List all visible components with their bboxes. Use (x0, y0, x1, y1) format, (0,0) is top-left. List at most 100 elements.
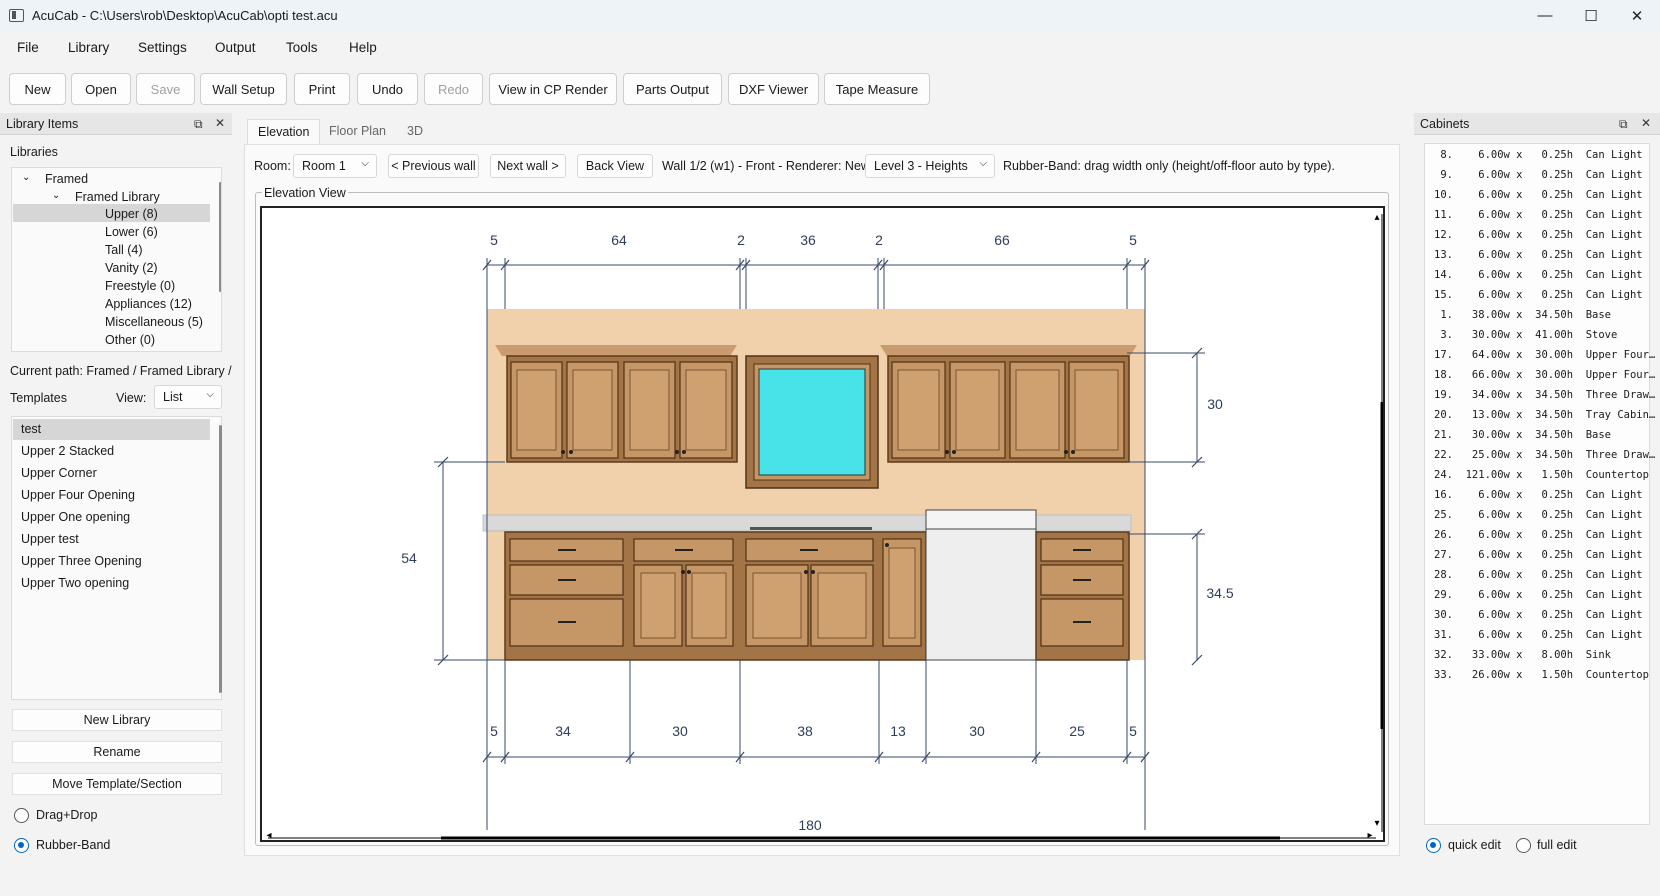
close-button[interactable]: ✕ (1614, 0, 1660, 31)
menu-help[interactable]: Help (349, 40, 377, 55)
rubber-band-label[interactable]: Rubber-Band (36, 838, 110, 852)
stove[interactable] (925, 509, 1037, 661)
redo-button[interactable]: Redo (424, 73, 483, 105)
new-library-button[interactable]: New Library (12, 709, 222, 731)
template-item[interactable]: Upper One opening (21, 506, 130, 528)
quick-edit-radio[interactable] (1426, 838, 1441, 853)
minimize-button[interactable]: — (1522, 0, 1568, 31)
template-item[interactable]: Upper test (21, 528, 79, 550)
library-tree[interactable]: ⌄ Framed ⌄ Framed Library Upper (8) Lowe… (11, 167, 222, 352)
parts-output-button[interactable]: Parts Output (623, 73, 722, 105)
base-cabinet-three-drawer[interactable] (1035, 531, 1130, 661)
cabinet-row[interactable]: 33. 26.00w x 1.50h Countertop (1434, 665, 1649, 685)
tree-item-miscellaneous[interactable]: Miscellaneous (5) (105, 313, 203, 331)
templates-scrollbar[interactable] (219, 425, 222, 693)
wall-setup-button[interactable]: Wall Setup (200, 73, 287, 105)
dxf-viewer-button[interactable]: DXF Viewer (728, 73, 819, 105)
tree-node-framed[interactable]: Framed (45, 170, 88, 188)
float-icon[interactable]: ⧉ (1619, 117, 1628, 132)
template-item[interactable]: Upper Three Opening (21, 550, 142, 572)
cabinet-row[interactable]: 11. 6.00w x 0.25h Can Light (1434, 205, 1643, 225)
cabinet-row[interactable]: 10. 6.00w x 0.25h Can Light (1434, 185, 1643, 205)
menu-file[interactable]: File (17, 40, 39, 55)
cabinet-row[interactable]: 14. 6.00w x 0.25h Can Light (1434, 265, 1643, 285)
cabinet-row[interactable]: 29. 6.00w x 0.25h Can Light (1434, 585, 1643, 605)
open-button[interactable]: Open (71, 73, 131, 105)
cabinet-row[interactable]: 24. 121.00w x 1.50h Countertop (1434, 465, 1649, 485)
cabinet-row[interactable]: 20. 13.00w x 34.50h Tray Cabin… (1434, 405, 1655, 425)
scroll-left-icon[interactable]: ◂ (266, 830, 271, 840)
undo-button[interactable]: Undo (357, 73, 418, 105)
save-button[interactable]: Save (136, 73, 195, 105)
cabinet-row[interactable]: 16. 6.00w x 0.25h Can Light (1434, 485, 1643, 505)
cabinet-row[interactable]: 3. 30.00w x 41.00h Stove (1434, 325, 1617, 345)
tree-node-framed-library[interactable]: Framed Library (75, 188, 160, 206)
scroll-right-icon[interactable]: ▸ (1367, 830, 1372, 840)
view-select[interactable]: List ⌵ (154, 385, 222, 409)
cabinet-row[interactable]: 21. 30.00w x 34.50h Base (1434, 425, 1611, 445)
template-item[interactable]: Upper Four Opening (21, 484, 135, 506)
cabinet-row[interactable]: 1. 38.00w x 34.50h Base (1434, 305, 1611, 325)
drag-drop-radio[interactable] (14, 808, 29, 823)
collapse-icon[interactable]: ⌄ (52, 187, 60, 205)
cabinet-row[interactable]: 8. 6.00w x 0.25h Can Light (1434, 145, 1642, 165)
view-cp-render-button[interactable]: View in CP Render (489, 73, 617, 105)
tree-item-appliances[interactable]: Appliances (12) (105, 295, 192, 313)
tree-item-upper[interactable]: Upper (8) (105, 205, 158, 223)
menu-tools[interactable]: Tools (286, 40, 318, 55)
cabinet-row[interactable]: 18. 66.00w x 30.00h Upper Four… (1434, 365, 1655, 385)
cabinet-row[interactable]: 15. 6.00w x 0.25h Can Light (1434, 285, 1643, 305)
full-edit-label[interactable]: full edit (1537, 838, 1577, 852)
cabinet-row[interactable]: 9. 6.00w x 0.25h Can Light (1434, 165, 1642, 185)
tab-floor-plan[interactable]: Floor Plan (319, 119, 396, 144)
tree-item-lower[interactable]: Lower (6) (105, 223, 158, 241)
cabinet-row[interactable]: 27. 6.00w x 0.25h Can Light (1434, 545, 1643, 565)
previous-wall-button[interactable]: < Previous wall (388, 154, 479, 178)
elevation-drawing[interactable]: ▴ ▾ ◂ ▸ 5 64 2 36 2 66 5 5 34 30 38 13 3… (262, 208, 1383, 840)
scroll-down-icon[interactable]: ▾ (1374, 818, 1379, 829)
tape-measure-button[interactable]: Tape Measure (824, 73, 930, 105)
tree-item-vanity[interactable]: Vanity (2) (105, 259, 158, 277)
collapse-icon[interactable]: ⌄ (22, 169, 30, 187)
cabinet-row[interactable]: 25. 6.00w x 0.25h Can Light (1434, 505, 1643, 525)
maximize-button[interactable]: ☐ (1568, 0, 1614, 31)
scroll-up-icon[interactable]: ▴ (1374, 212, 1379, 223)
back-view-button[interactable]: Back View (577, 154, 653, 178)
level-select[interactable]: Level 3 - Heights ⌵ (865, 154, 995, 178)
cabinet-row[interactable]: 30. 6.00w x 0.25h Can Light (1434, 605, 1643, 625)
rename-button[interactable]: Rename (12, 741, 222, 763)
print-button[interactable]: Print (294, 73, 350, 105)
close-icon[interactable]: ✕ (215, 116, 225, 130)
template-item[interactable]: Upper Two opening (21, 572, 129, 594)
template-item[interactable]: Upper Corner (21, 462, 97, 484)
next-wall-button[interactable]: Next wall > (490, 154, 566, 178)
menu-library[interactable]: Library (68, 40, 109, 55)
window[interactable] (745, 355, 879, 489)
cabinet-row[interactable]: 31. 6.00w x 0.25h Can Light (1434, 625, 1643, 645)
close-icon[interactable]: ✕ (1641, 116, 1651, 130)
tree-item-tall[interactable]: Tall (4) (105, 241, 143, 259)
template-item[interactable]: Upper 2 Stacked (21, 440, 114, 462)
menu-output[interactable]: Output (215, 40, 256, 55)
cabinet-row[interactable]: 19. 34.00w x 34.50h Three Draw… (1434, 385, 1655, 405)
cabinet-row[interactable]: 13. 6.00w x 0.25h Can Light (1434, 245, 1643, 265)
cabinet-row[interactable]: 22. 25.00w x 34.50h Three Draw… (1434, 445, 1655, 465)
rubber-band-radio[interactable] (14, 838, 29, 853)
tree-scrollbar[interactable] (219, 182, 221, 292)
elevation-canvas[interactable]: ▴ ▾ ◂ ▸ 5 64 2 36 2 66 5 5 34 30 38 13 3… (260, 206, 1385, 842)
base-cabinets[interactable] (504, 531, 927, 661)
room-select[interactable]: Room 1 ⌵ (293, 154, 377, 178)
upper-cabinet-right[interactable] (887, 355, 1130, 463)
move-template-button[interactable]: Move Template/Section (12, 773, 222, 795)
tab-elevation[interactable]: Elevation (247, 119, 321, 144)
cabinet-row[interactable]: 12. 6.00w x 0.25h Can Light (1434, 225, 1643, 245)
menu-settings[interactable]: Settings (138, 40, 187, 55)
template-item[interactable]: test (21, 418, 41, 440)
new-button[interactable]: New (9, 73, 66, 105)
tab-3d[interactable]: 3D (397, 119, 433, 144)
cabinet-row[interactable]: 28. 6.00w x 0.25h Can Light (1434, 565, 1643, 585)
quick-edit-label[interactable]: quick edit (1448, 838, 1501, 852)
full-edit-radio[interactable] (1516, 838, 1531, 853)
cabinet-row[interactable]: 26. 6.00w x 0.25h Can Light (1434, 525, 1643, 545)
drag-drop-label[interactable]: Drag+Drop (36, 808, 98, 822)
